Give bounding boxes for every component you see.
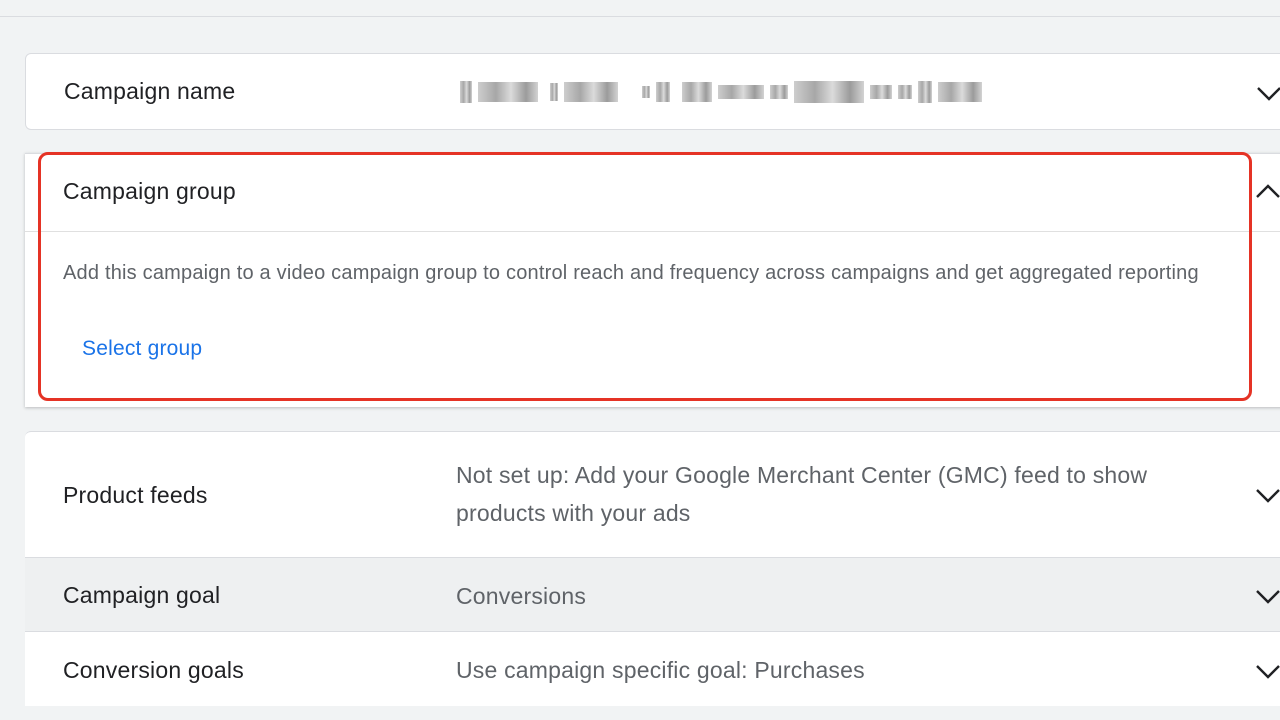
campaign-group-header[interactable]: Campaign group bbox=[25, 154, 1280, 232]
campaign-group-label: Campaign group bbox=[63, 178, 236, 204]
conversion-goals-label: Conversion goals bbox=[63, 657, 244, 683]
campaign-goal-label: Campaign goal bbox=[63, 582, 221, 608]
top-divider bbox=[0, 0, 1280, 17]
chevron-up-icon[interactable] bbox=[1255, 183, 1280, 199]
campaign-name-value-redacted bbox=[460, 78, 982, 106]
conversion-goals-row[interactable]: Conversion goals Use campaign specific g… bbox=[25, 632, 1280, 708]
conversion-goals-value: Use campaign specific goal: Purchases bbox=[456, 657, 865, 683]
chevron-down-icon[interactable] bbox=[1255, 663, 1280, 679]
select-group-link[interactable]: Select group bbox=[82, 337, 202, 361]
campaign-goal-row[interactable]: Campaign goal Conversions bbox=[25, 557, 1280, 632]
campaign-group-panel: Campaign group Add this campaign to a vi… bbox=[25, 153, 1280, 407]
product-feeds-value: Not set up: Add your Google Merchant Cen… bbox=[456, 462, 1148, 526]
campaign-group-description: Add this campaign to a video campaign gr… bbox=[63, 262, 1199, 284]
chevron-down-icon[interactable] bbox=[1255, 588, 1280, 604]
campaign-name-label: Campaign name bbox=[64, 78, 236, 104]
campaign-goal-value: Conversions bbox=[456, 583, 587, 609]
chevron-down-icon[interactable] bbox=[1255, 487, 1280, 503]
bottom-gutter bbox=[0, 706, 1280, 720]
product-feeds-row[interactable]: Product feeds Not set up: Add your Googl… bbox=[25, 431, 1280, 557]
campaign-name-row[interactable]: Campaign name bbox=[25, 53, 1280, 130]
chevron-down-icon[interactable] bbox=[1256, 85, 1280, 101]
product-feeds-label: Product feeds bbox=[63, 482, 208, 508]
